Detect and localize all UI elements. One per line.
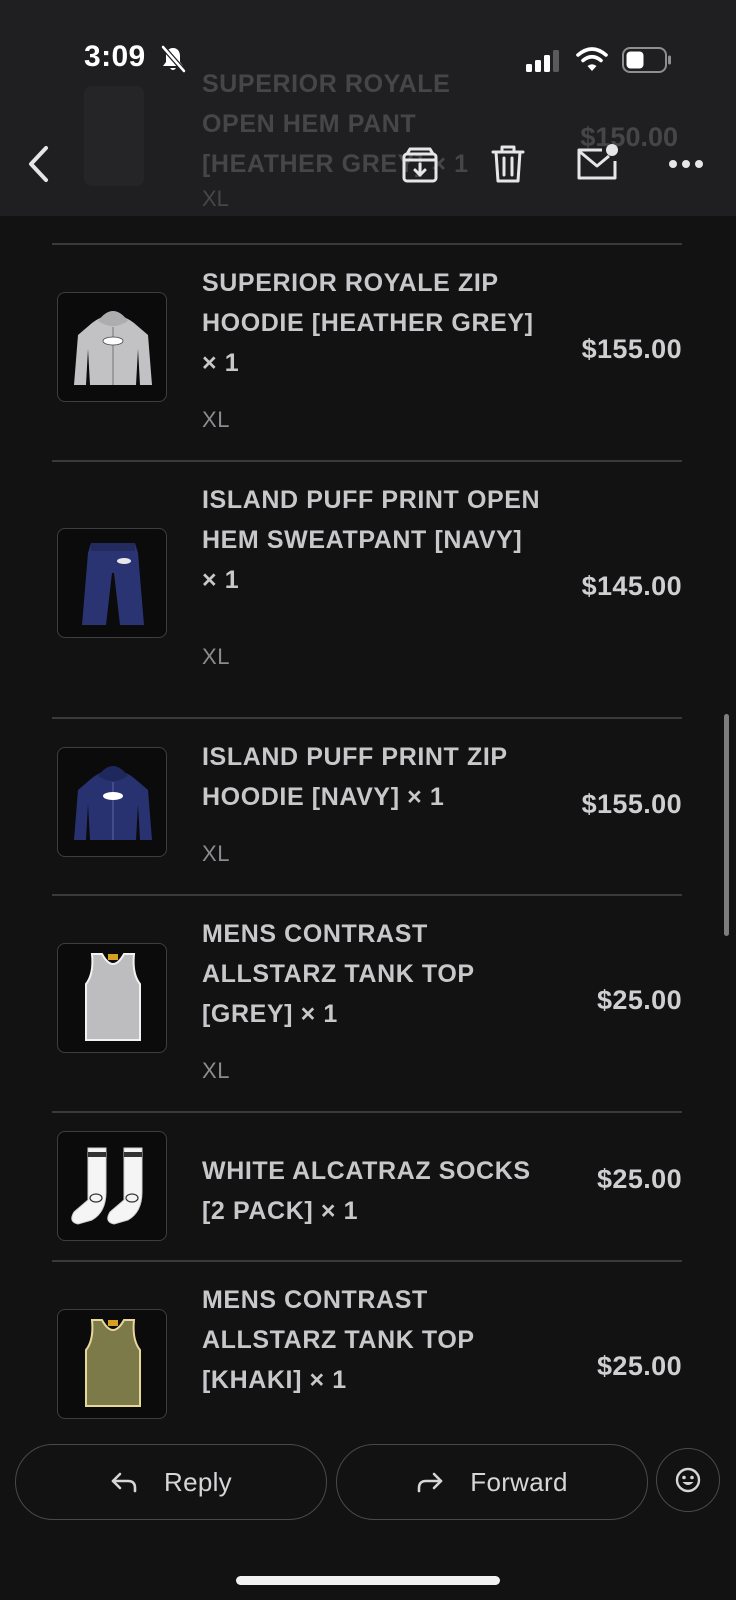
battery-icon (622, 47, 671, 73)
reply-label: Reply (164, 1466, 232, 1497)
bell-slash-icon (161, 45, 186, 73)
item-price: $155.00 (581, 789, 682, 819)
home-indicator (236, 1576, 500, 1585)
bottom-action-bar: Reply Forward (0, 1428, 736, 1600)
cellular-signal-icon (526, 50, 559, 72)
reply-icon (111, 1472, 137, 1493)
item-title: MENS CONTRAST ALLSTARZ TANK TOP [KHAKI] … (202, 1286, 475, 1394)
status-time: 3:09 (84, 40, 146, 73)
item-size: XL (202, 841, 231, 866)
wifi-icon (576, 47, 608, 71)
previous-item-size: XL (202, 186, 229, 211)
forward-button[interactable]: Forward (336, 1444, 648, 1520)
item-price: $25.00 (597, 985, 682, 1015)
item-title: WHITE ALCATRAZ SOCKS [2 PACK] × 1 (202, 1157, 531, 1225)
order-item: ISLAND PUFF PRINT OPEN HEM SWEATPANT [NA… (52, 480, 682, 710)
previous-item-row: SUPERIOR ROYALE OPEN HEM PANT [HEATHER G… (0, 0, 736, 216)
order-item: MENS CONTRAST ALLSTARZ TANK TOP [GREY] ×… (52, 914, 682, 1104)
item-divider (52, 460, 682, 462)
item-price: $145.00 (581, 571, 682, 601)
order-items-list: SUPERIOR ROYALE ZIP HOODIE [HEATHER GREY… (0, 216, 736, 1428)
item-size: XL (202, 407, 231, 432)
order-item: ISLAND PUFF PRINT ZIP HOODIE [NAVY] × 1 … (52, 737, 682, 887)
order-item: SUPERIOR ROYALE ZIP HOODIE [HEATHER GREY… (52, 263, 682, 453)
more-icon[interactable] (668, 158, 704, 170)
forward-icon (417, 1472, 443, 1493)
smiley-icon (675, 1467, 701, 1493)
product-image-white-socks (57, 1131, 167, 1241)
forward-label: Forward (470, 1466, 568, 1497)
item-price: $25.00 (597, 1351, 682, 1381)
item-title: SUPERIOR ROYALE ZIP HOODIE [HEATHER GREY… (202, 269, 534, 377)
mark-unread-icon[interactable] (576, 142, 620, 182)
item-title: ISLAND PUFF PRINT ZIP HOODIE [NAVY] × 1 (202, 743, 508, 811)
item-size: XL (202, 644, 231, 669)
order-item: WHITE ALCATRAZ SOCKS [2 PACK] × 1 $25.00 (52, 1131, 682, 1261)
order-item: MENS CONTRAST ALLSTARZ TANK TOP [KHAKI] … (52, 1280, 682, 1428)
item-title: MENS CONTRAST ALLSTARZ TANK TOP [GREY] ×… (202, 920, 475, 1028)
item-title: ISLAND PUFF PRINT OPEN HEM SWEATPANT [NA… (202, 486, 541, 594)
item-price: $155.00 (581, 334, 682, 364)
product-image-navy-zip-hoodie (57, 747, 167, 857)
item-price: $25.00 (597, 1164, 682, 1194)
back-chevron-icon[interactable] (24, 144, 54, 184)
archive-icon[interactable] (401, 146, 439, 184)
product-image-grey-tank-top (57, 943, 167, 1053)
emoji-reaction-button[interactable] (656, 1448, 720, 1512)
item-divider (52, 1111, 682, 1113)
trash-icon[interactable] (491, 144, 525, 184)
previous-item-title: SUPERIOR ROYALE OPEN HEM PANT [HEATHER G… (202, 70, 469, 178)
item-divider (52, 1260, 682, 1262)
product-image-navy-sweatpant (57, 528, 167, 638)
previous-item-thumbnail (84, 86, 144, 186)
product-image-khaki-tank-top (57, 1309, 167, 1419)
item-divider (52, 894, 682, 896)
top-header: SUPERIOR ROYALE OPEN HEM PANT [HEATHER G… (0, 0, 736, 216)
scrollbar[interactable] (724, 714, 729, 936)
item-size: XL (202, 1058, 231, 1083)
item-divider (52, 243, 682, 245)
reply-button[interactable]: Reply (15, 1444, 327, 1520)
product-image-grey-zip-hoodie (57, 292, 167, 402)
item-divider (52, 717, 682, 719)
